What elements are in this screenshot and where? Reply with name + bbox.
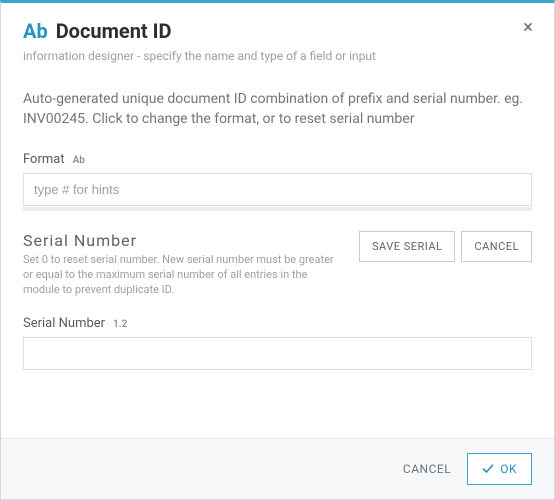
serial-note: Set 0 to reset serial number. New serial… <box>23 252 343 298</box>
serial-number-field: Serial Number 1.2 <box>23 316 532 370</box>
serial-header-row: Serial Number Set 0 to reset serial numb… <box>23 231 532 298</box>
format-type-hint: Ab <box>73 155 85 166</box>
document-id-modal: Ab Document ID × information designer - … <box>0 0 555 500</box>
format-label: Format <box>23 152 65 167</box>
modal-header: Ab Document ID × information designer - … <box>1 3 554 67</box>
cancel-serial-button[interactable]: CANCEL <box>461 231 532 262</box>
modal-title: Document ID <box>56 19 172 43</box>
format-divider <box>23 207 532 211</box>
field-description: Auto-generated unique document ID combin… <box>23 89 532 130</box>
cancel-button[interactable]: CANCEL <box>403 462 451 476</box>
serial-title: Serial Number <box>23 231 347 250</box>
ok-button[interactable]: OK <box>467 453 532 485</box>
format-input[interactable] <box>23 173 532 206</box>
serial-number-label: Serial Number <box>23 316 105 331</box>
serial-number-label-row: Serial Number 1.2 <box>23 316 532 331</box>
modal-subtitle: information designer - specify the name … <box>23 49 532 63</box>
format-field: Format Ab <box>23 152 532 211</box>
close-icon[interactable]: × <box>518 19 538 39</box>
field-type-badge: Ab <box>23 19 48 43</box>
modal-footer: CANCEL OK <box>1 438 554 499</box>
title-row: Ab Document ID <box>23 19 532 43</box>
save-serial-button[interactable]: SAVE SERIAL <box>359 231 455 262</box>
serial-section: Serial Number Set 0 to reset serial numb… <box>23 231 532 370</box>
serial-number-type-hint: 1.2 <box>113 319 127 330</box>
serial-button-row: SAVE SERIAL CANCEL <box>359 231 532 262</box>
format-label-row: Format Ab <box>23 152 532 167</box>
check-icon <box>482 463 494 475</box>
ok-button-label: OK <box>500 462 517 476</box>
serial-number-input[interactable] <box>23 337 532 370</box>
serial-header-text: Serial Number Set 0 to reset serial numb… <box>23 231 347 298</box>
modal-body: Auto-generated unique document ID combin… <box>1 67 554 438</box>
